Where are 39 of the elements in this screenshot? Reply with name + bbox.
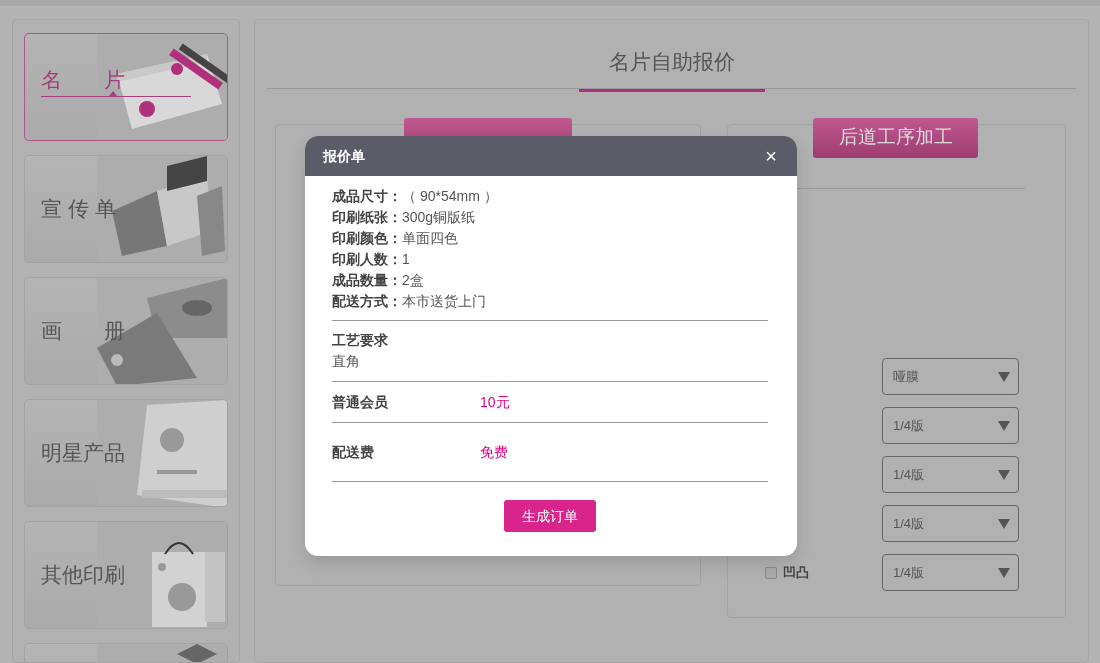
spec-line: 印刷人数：1 <box>332 250 411 269</box>
product-card[interactable]: 明星产品 <box>24 399 228 507</box>
select-field[interactable]: 1/4版 <box>882 407 1019 444</box>
spec-line: 成品数量：2盒 <box>332 271 425 290</box>
card-label: 画 册 <box>41 318 125 345</box>
spec-line: 成品尺寸：（ 90*54mm ） <box>332 187 499 206</box>
product-card[interactable]: 名 片 <box>24 33 228 141</box>
card-label: 名 片 <box>41 67 125 93</box>
card-label: 明星产品 <box>41 440 125 467</box>
dropdown-arrow-icon <box>998 469 1010 480</box>
price-value: 10元 <box>480 392 510 412</box>
spec-line: 配送方式：本市送货上门 <box>332 292 487 311</box>
ribbon-label: 后道工序加工 <box>813 118 978 158</box>
product-card[interactable]: 画 册 <box>24 277 228 385</box>
price-value: 免费 <box>480 442 508 462</box>
spec-line: 印刷纸张：300g铜版纸 <box>332 208 477 227</box>
dropdown-arrow-icon <box>998 567 1010 578</box>
card-label: 其他印刷 <box>41 562 125 589</box>
page-title: 名片自助报价 <box>578 46 765 92</box>
product-card[interactable]: 其他印刷 <box>24 521 228 629</box>
spec-line: 印刷颜色：单面四色 <box>332 229 459 248</box>
craft-value: 直角 <box>332 352 361 371</box>
dropdown-arrow-icon <box>998 371 1010 382</box>
product-card[interactable]: 宣 传 单 <box>24 155 228 263</box>
checkbox[interactable] <box>765 566 777 579</box>
select-field[interactable]: 1/4版 <box>882 554 1019 591</box>
close-button[interactable]: × <box>765 146 777 166</box>
select-field[interactable]: 哑膜 <box>882 358 1019 395</box>
card-label: 宣 传 单 <box>41 196 116 223</box>
price-label: 配送费 <box>332 442 375 462</box>
option-label: 凹凸 <box>783 563 809 582</box>
craft-heading: 工艺要求 <box>332 331 389 350</box>
dialog-title: 报价单 <box>323 146 365 166</box>
dropdown-arrow-icon <box>998 420 1010 431</box>
select-field[interactable]: 1/4版 <box>882 505 1019 542</box>
submit-order-button[interactable]: 生成订单 <box>504 500 596 532</box>
select-field[interactable]: 1/4版 <box>882 456 1019 493</box>
price-label: 普通会员 <box>332 392 389 412</box>
dropdown-arrow-icon <box>998 518 1010 529</box>
